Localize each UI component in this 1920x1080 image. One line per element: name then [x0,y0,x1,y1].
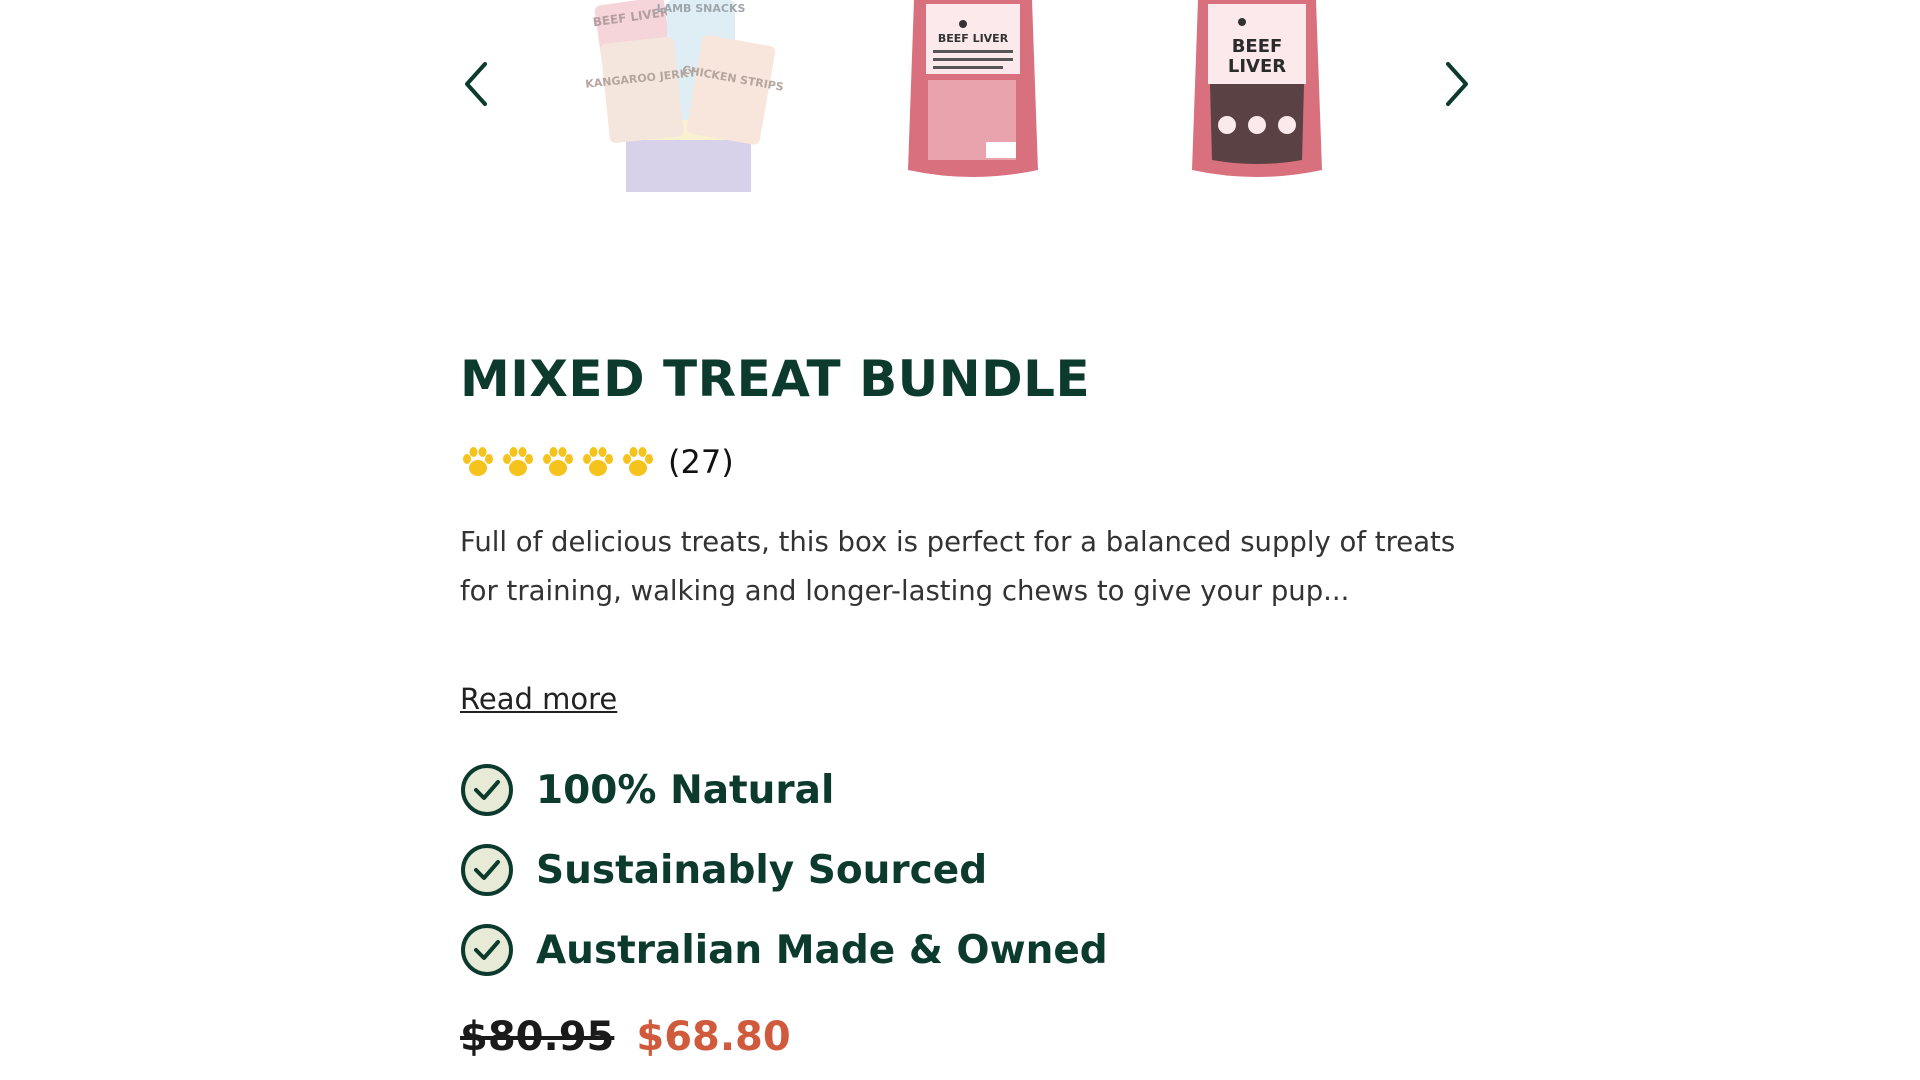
check-circle-icon [460,843,514,897]
feature-item: Australian Made & Owned [460,920,1108,980]
feature-label: Australian Made & Owned [536,927,1108,973]
beef-liver-front-label-1: BEEF [1232,36,1283,57]
beef-liver-front-label-2: LIVER [1228,56,1286,77]
product-image-carousel: BEEF LIVER LAMB SNACKS KANGAROO JERKY CH… [0,0,1920,205]
product-features-list: 100% Natural Sustainably Sourced Austral… [460,760,1108,1000]
paw-icon [580,444,616,480]
check-circle-icon [460,923,514,977]
paw-icon [460,444,496,480]
paw-icon [540,444,576,480]
mixed-treat-box-image: BEEF LIVER LAMB SNACKS KANGAROO JERKY CH… [585,0,785,192]
feature-label: Sustainably Sourced [536,847,988,893]
carousel-thumb-mixed-box[interactable]: BEEF LIVER LAMB SNACKS KANGAROO JERKY CH… [582,0,792,204]
beef-liver-back-image: BEEF LIVER [908,0,1038,177]
sale-price: $68.80 [636,1014,791,1060]
mixed-box-label-1: LAMB SNACKS [657,2,746,15]
product-title: MIXED TREAT BUNDLE [460,350,1091,408]
feature-item: 100% Natural [460,760,1108,820]
feature-label: 100% Natural [536,767,835,813]
chevron-right-icon [1446,62,1468,106]
read-more-link[interactable]: Read more [460,682,617,716]
beef-liver-back-label: BEEF LIVER [938,32,1009,45]
product-description: Full of delicious treats, this box is pe… [460,526,1456,607]
paw-icon [620,444,656,480]
paw-icon [500,444,536,480]
carousel-thumb-beef-liver-front[interactable]: BEEF LIVER [1182,0,1332,189]
paw-rating-stars [460,444,656,480]
beef-liver-front-image: BEEF LIVER [1192,0,1322,177]
feature-item: Sustainably Sourced [460,840,1108,900]
chevron-left-icon [465,62,487,106]
original-price: $80.95 [460,1014,615,1060]
product-price: $80.95 $68.80 [460,1014,791,1060]
check-circle-icon [460,763,514,817]
product-rating[interactable]: (27) [460,442,734,482]
carousel-next-button[interactable] [1437,56,1477,112]
carousel-thumb-beef-liver-back[interactable]: BEEF LIVER [898,0,1048,189]
carousel-prev-button[interactable] [456,56,496,112]
review-count: (27) [668,443,734,481]
